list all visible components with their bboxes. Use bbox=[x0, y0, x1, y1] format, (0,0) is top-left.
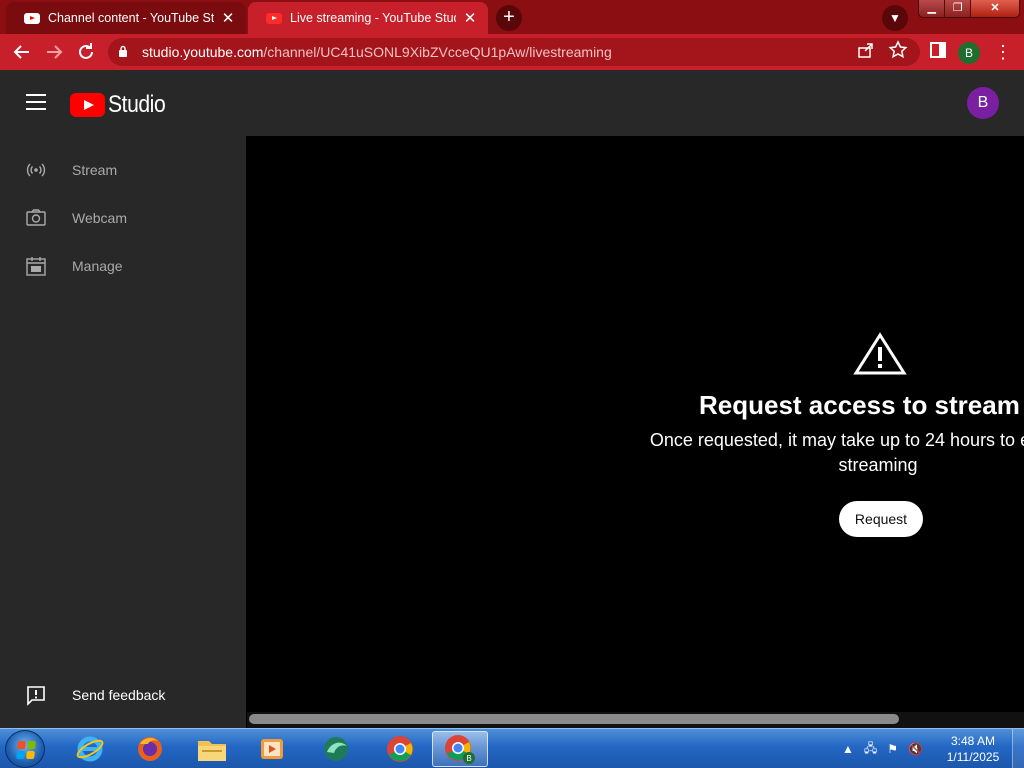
sidebar-item-label: Webcam bbox=[72, 210, 127, 226]
lock-icon bbox=[119, 45, 127, 57]
windows-logo-icon bbox=[16, 741, 36, 759]
url-host: studio.youtube.com bbox=[142, 44, 264, 60]
sidebar-item-stream[interactable]: Stream bbox=[0, 146, 246, 194]
studio-logo[interactable]: Studio bbox=[70, 91, 173, 119]
tab-close-icon[interactable]: ✕ bbox=[462, 9, 478, 27]
address-bar[interactable]: studio.youtube.com/channel/UC41uSONL9Xib… bbox=[108, 38, 920, 66]
forward-arrow-icon[interactable] bbox=[42, 40, 66, 64]
chrome-icon[interactable] bbox=[372, 731, 428, 767]
camera-icon bbox=[26, 209, 46, 226]
share-icon[interactable] bbox=[854, 40, 878, 64]
sidebar-item-label: Stream bbox=[72, 162, 118, 178]
clock-time: 3:48 AM bbox=[950, 734, 996, 748]
tab-strip: Channel content - YouTube Studio ✕ Live … bbox=[0, 0, 1024, 34]
warning-icon bbox=[853, 332, 907, 375]
bookmark-star-icon[interactable] bbox=[886, 40, 910, 64]
clock-date: 1/11/2025 bbox=[946, 750, 1000, 764]
feedback-icon bbox=[27, 686, 45, 706]
sidebar: Stream Webcam Manage Send feedback bbox=[0, 136, 246, 728]
tab-close-icon[interactable]: ✕ bbox=[220, 9, 236, 27]
sidebar-item-label: Send feedback bbox=[72, 687, 166, 703]
studio-header: Studio B bbox=[0, 70, 1024, 136]
menu-hamburger-icon[interactable] bbox=[26, 94, 46, 110]
url-text: studio.youtube.com/channel/UC41uSONL9Xib… bbox=[142, 44, 612, 60]
clock[interactable]: 3:48 AM 1/11/2025 bbox=[940, 733, 1006, 765]
action-center-flag-icon[interactable]: ⚑ bbox=[887, 742, 898, 756]
maximize-button[interactable]: ❐ bbox=[944, 0, 970, 17]
network-icon[interactable]: 🖧 bbox=[864, 739, 877, 760]
show-hidden-icons-icon[interactable]: ▲ bbox=[842, 742, 854, 756]
window-controls: ▁ ❐ ✕ bbox=[918, 0, 1020, 18]
reload-icon[interactable] bbox=[74, 40, 98, 64]
firefox-icon[interactable] bbox=[122, 731, 178, 767]
url-path: /channel/UC41uSONL9XibZVcceQU1pAw/livest… bbox=[263, 44, 612, 60]
browser-toolbar: studio.youtube.com/channel/UC41uSONL9Xib… bbox=[0, 34, 1024, 70]
sidebar-item-send-feedback[interactable]: Send feedback bbox=[0, 671, 246, 719]
minimize-button[interactable]: ▁ bbox=[919, 0, 945, 17]
tab-live-streaming[interactable]: Live streaming - YouTube Studio ✕ bbox=[248, 2, 488, 34]
sidebar-item-webcam[interactable]: Webcam bbox=[0, 194, 246, 242]
youtube-play-icon bbox=[70, 93, 105, 117]
main-content: Request access to stream Once requested,… bbox=[247, 136, 1024, 728]
sidebar-item-manage[interactable]: Manage bbox=[0, 242, 246, 290]
sidebar-item-label: Manage bbox=[72, 258, 123, 274]
taskbar: B ▲ 🖧 ⚑ 🔇 3:48 AM 1/11/2025 bbox=[0, 728, 1024, 768]
account-avatar[interactable]: B bbox=[967, 87, 999, 119]
app-icon[interactable] bbox=[308, 731, 364, 767]
logo-text: Studio bbox=[108, 91, 166, 118]
close-window-button[interactable]: ✕ bbox=[969, 0, 1019, 17]
profile-avatar[interactable]: B bbox=[958, 42, 980, 64]
tab-search-chevron-icon[interactable]: ▼ bbox=[882, 5, 908, 31]
internet-explorer-icon[interactable] bbox=[62, 731, 118, 767]
tab-title: Live streaming - YouTube Studio bbox=[290, 11, 456, 25]
volume-muted-icon[interactable]: 🔇 bbox=[908, 742, 923, 756]
request-access-title: Request access to stream bbox=[699, 390, 1020, 420]
show-desktop-button[interactable] bbox=[1012, 729, 1024, 768]
file-explorer-icon[interactable] bbox=[184, 731, 240, 767]
scrollbar-thumb[interactable] bbox=[249, 714, 899, 724]
youtube-studio-favicon-icon bbox=[24, 12, 40, 24]
tab-title: Channel content - YouTube Studio bbox=[48, 11, 214, 25]
new-tab-button[interactable]: + bbox=[496, 5, 522, 31]
calendar-icon bbox=[26, 257, 46, 276]
start-button[interactable] bbox=[5, 730, 45, 768]
request-button[interactable]: Request bbox=[839, 501, 923, 537]
more-menu-icon[interactable]: ⋮ bbox=[991, 40, 1015, 64]
back-arrow-icon[interactable] bbox=[10, 40, 34, 64]
broadcast-icon bbox=[26, 163, 46, 177]
tab-channel-content[interactable]: Channel content - YouTube Studio ✕ bbox=[6, 2, 246, 34]
request-access-description: Once requested, it may take up to 24 hou… bbox=[649, 430, 1024, 475]
system-tray: ▲ 🖧 ⚑ 🔇 bbox=[842, 729, 933, 768]
youtube-studio-favicon-icon bbox=[266, 12, 282, 24]
svg-text:B: B bbox=[466, 754, 471, 763]
side-panel-icon[interactable] bbox=[926, 40, 950, 64]
media-player-icon[interactable] bbox=[244, 731, 300, 767]
chrome-active-icon[interactable]: B bbox=[432, 731, 488, 767]
